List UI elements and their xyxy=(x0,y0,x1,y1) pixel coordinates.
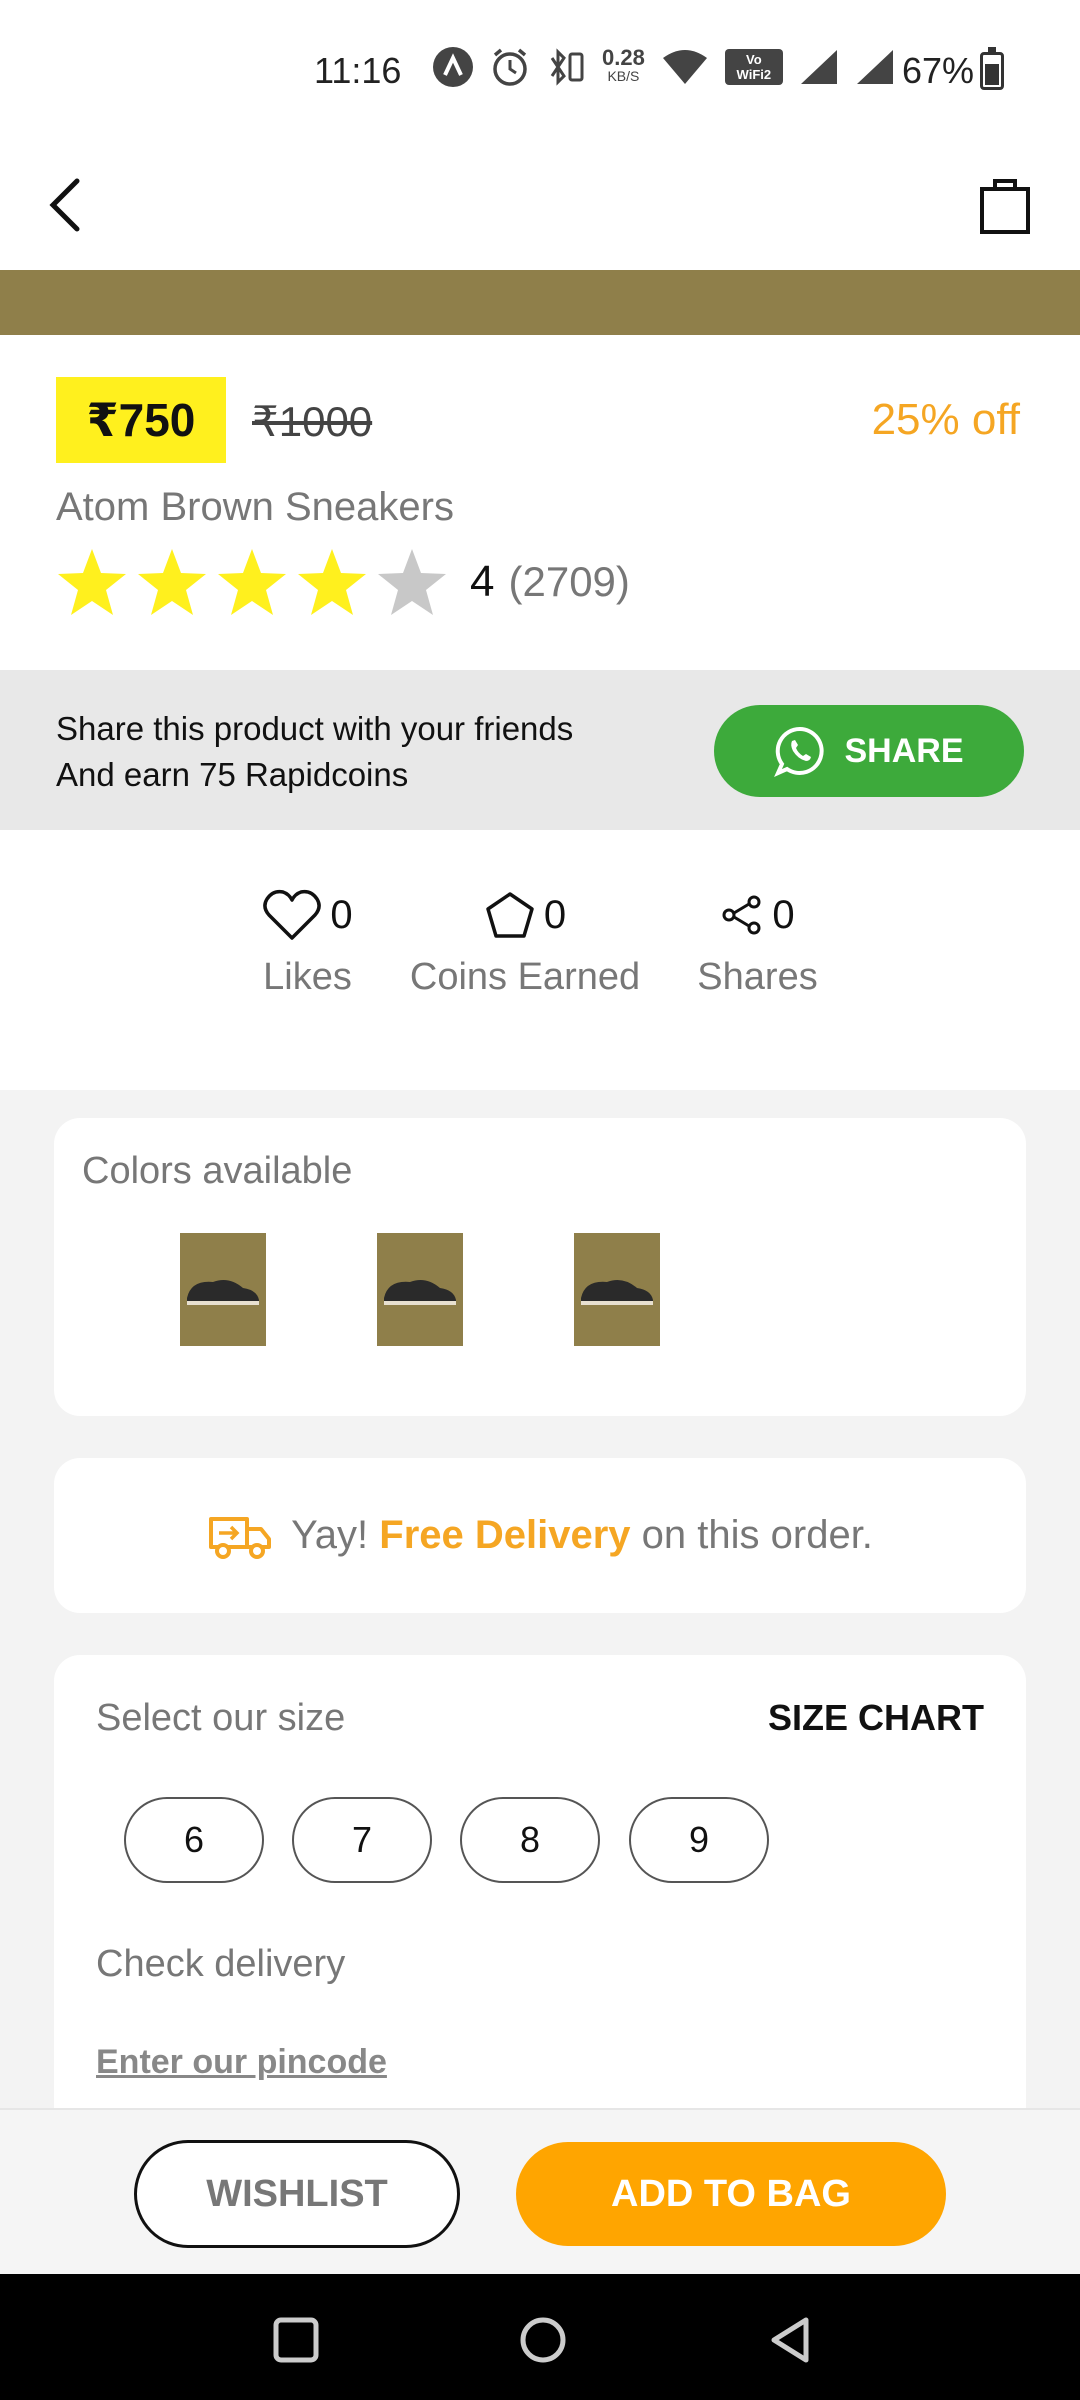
rating-value: 4 xyxy=(470,557,495,606)
size-option-8[interactable]: 8 xyxy=(460,1797,600,1883)
wishlist-button[interactable]: WISHLIST xyxy=(134,2140,460,2248)
share-message: Share this product with your friends And… xyxy=(56,706,573,798)
circle-icon xyxy=(520,2317,566,2363)
net-speed: 0.28 KB/S xyxy=(602,45,645,85)
size-option-6[interactable]: 6 xyxy=(124,1797,264,1883)
likes-label: Likes xyxy=(263,956,352,998)
battery-percent: 67% xyxy=(902,50,975,91)
size-title: Select our size xyxy=(96,1697,346,1739)
delivery-message: Yay! Free Delivery on this order. xyxy=(291,1513,873,1558)
app-bar xyxy=(0,140,1080,270)
whatsapp-icon xyxy=(774,726,825,777)
whatsapp-share-button[interactable]: SHARE xyxy=(714,705,1024,797)
home-button[interactable] xyxy=(513,2310,573,2370)
signal-icon-1 xyxy=(800,50,837,84)
share-line-2: And earn 75 Rapidcoins xyxy=(56,756,409,793)
coins-label: Coins Earned xyxy=(409,956,641,998)
bluetooth-vibrate-icon xyxy=(550,48,584,86)
original-price: ₹1000 xyxy=(252,398,373,445)
product-name: Atom Brown Sneakers xyxy=(56,485,454,529)
battery-icon xyxy=(980,47,1004,90)
sneaker-thumbnail-icon xyxy=(384,1279,456,1305)
app-notification-icon xyxy=(433,47,473,87)
sneaker-thumbnail-icon xyxy=(581,1279,653,1305)
coins-stat: 0 Coins Earned xyxy=(400,880,650,999)
add-to-bag-button[interactable]: ADD TO BAG xyxy=(516,2142,946,2246)
check-delivery-title: Check delivery xyxy=(96,1943,346,1985)
coins-count: 0 xyxy=(543,892,567,937)
wifi-calling-icon: Vo WiFi2 xyxy=(724,49,783,85)
chevron-left-icon xyxy=(49,178,80,232)
status-time: 11:16 xyxy=(314,50,402,91)
triangle-back-icon xyxy=(771,2317,809,2363)
star-empty-icon xyxy=(378,549,446,615)
price-badge: ₹750 xyxy=(56,377,226,463)
sneaker-thumbnail-icon xyxy=(187,1279,259,1305)
star-filled-icon xyxy=(218,549,286,615)
cart-button[interactable] xyxy=(970,160,1040,250)
status-icons: 0.28 KB/S Vo WiFi2 xyxy=(432,46,895,88)
star-filled-icon xyxy=(138,549,206,615)
share-button-label: SHARE xyxy=(844,731,964,770)
delivery-suffix: on this order. xyxy=(641,1513,873,1557)
colors-title: Colors available xyxy=(82,1150,353,1192)
square-icon xyxy=(273,2317,319,2363)
rating-stars xyxy=(56,547,448,617)
shares-count: 0 xyxy=(772,892,795,937)
back-nav-button[interactable] xyxy=(760,2310,820,2370)
recents-button[interactable] xyxy=(266,2310,326,2370)
shopping-bag-icon xyxy=(980,179,1030,234)
shares-label: Shares xyxy=(697,956,818,998)
discount-label: 25% off xyxy=(871,395,1020,444)
engagement-stats: 0 Likes 0 Coins Earned 0 Shares xyxy=(0,830,1080,1090)
alarm-icon xyxy=(493,48,527,86)
color-swatch-2[interactable] xyxy=(377,1233,463,1346)
share-icon[interactable] xyxy=(720,893,764,937)
heart-icon[interactable] xyxy=(262,888,322,942)
pincode-link[interactable]: Enter our pincode xyxy=(96,2043,387,2082)
delivery-prefix: Yay! xyxy=(291,1513,369,1557)
likes-count: 0 xyxy=(330,892,353,937)
size-card: Select our size SIZE CHART 6 7 8 9 Check… xyxy=(54,1655,1026,2135)
colors-card: Colors available xyxy=(54,1118,1026,1416)
system-nav-bar xyxy=(0,2274,1080,2400)
back-button[interactable] xyxy=(30,160,100,250)
size-option-9[interactable]: 9 xyxy=(629,1797,769,1883)
pentagon-coin-icon xyxy=(486,892,534,938)
size-option-7[interactable]: 7 xyxy=(292,1797,432,1883)
rating-count: (2709) xyxy=(508,558,630,605)
color-swatch-1[interactable] xyxy=(180,1233,266,1346)
rating-row: 4 (2709) xyxy=(56,547,630,617)
bottom-action-bar: WISHLIST ADD TO BAG xyxy=(0,2108,1080,2274)
color-swatch-3[interactable] xyxy=(574,1233,660,1346)
share-banner: Share this product with your friends And… xyxy=(0,670,1080,830)
wifi-icon xyxy=(662,50,707,84)
free-delivery-highlight: Free Delivery xyxy=(379,1513,631,1557)
price-section: ₹750 ₹1000 25% off Atom Brown Sneakers 4… xyxy=(0,335,1080,670)
product-image-strip xyxy=(0,270,1080,335)
battery-fill xyxy=(985,63,999,85)
delivery-truck-icon xyxy=(209,1516,272,1559)
likes-stat: 0 Likes xyxy=(250,880,365,999)
share-line-1: Share this product with your friends xyxy=(56,710,574,747)
star-filled-icon xyxy=(298,549,366,615)
star-filled-icon xyxy=(58,549,126,615)
status-bar: 11:16 0.28 KB/S Vo WiFi2 67% xyxy=(0,0,1080,140)
delivery-card: Yay! Free Delivery on this order. xyxy=(54,1458,1026,1613)
size-chart-link[interactable]: SIZE CHART xyxy=(768,1697,984,1739)
signal-icon-2 xyxy=(856,50,893,84)
shares-stat: 0 Shares xyxy=(690,880,825,999)
